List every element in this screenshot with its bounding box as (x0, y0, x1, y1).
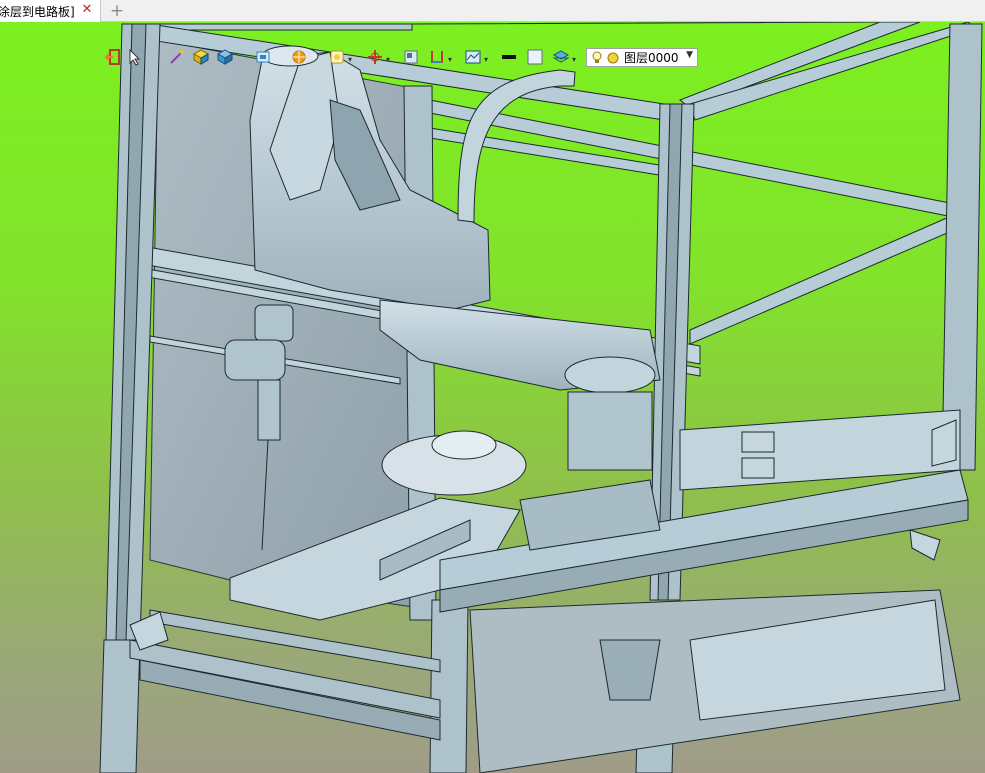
wand-icon[interactable] (168, 46, 186, 68)
cad-toolbar: ▾ ▾ ▾ ▾ ▾ 图层0000 ▼ (104, 46, 704, 70)
cad-model (99, 22, 983, 773)
document-tab[interactable]: 涂层到电路板] ✕ (0, 0, 101, 22)
section-icon[interactable] (402, 46, 420, 68)
sun-icon[interactable] (290, 46, 308, 68)
cube-blue-icon[interactable] (216, 46, 234, 68)
pointer-icon[interactable] (126, 46, 142, 68)
measure-icon[interactable] (428, 46, 446, 68)
color-black-icon[interactable] (500, 46, 518, 68)
exit-icon[interactable] (104, 46, 122, 68)
3d-viewport[interactable]: ▾ ▾ ▾ ▾ ▾ 图层0000 ▼ (0, 22, 985, 773)
layer-name: 图层0000 (624, 51, 679, 65)
chevron-down-icon[interactable]: ▾ (572, 55, 576, 64)
tab-bar: 涂层到电路板] ✕ + (0, 0, 985, 22)
bulb-icon[interactable] (591, 51, 603, 65)
axis-icon[interactable] (366, 46, 384, 68)
tab-title: 涂层到电路板] (0, 4, 75, 19)
color-white-icon[interactable] (526, 46, 544, 68)
chevron-down-icon[interactable]: ▾ (484, 55, 488, 64)
chevron-down-icon[interactable]: ▼ (686, 50, 693, 60)
view-style-icon[interactable] (328, 46, 346, 68)
render-icon[interactable] (464, 46, 482, 68)
component-icon[interactable] (254, 46, 272, 68)
chevron-down-icon[interactable]: ▾ (448, 55, 452, 64)
chevron-down-icon[interactable]: ▾ (386, 55, 390, 64)
new-tab-button[interactable]: + (109, 1, 125, 21)
layer-select[interactable]: 图层0000 ▼ (586, 48, 698, 67)
layer-stack-icon[interactable] (552, 46, 570, 68)
close-tab-icon[interactable]: ✕ (80, 3, 94, 17)
cube-yellow-icon[interactable] (192, 46, 210, 68)
chevron-down-icon[interactable]: ▾ (348, 55, 352, 64)
layer-state-icon[interactable] (606, 51, 620, 65)
